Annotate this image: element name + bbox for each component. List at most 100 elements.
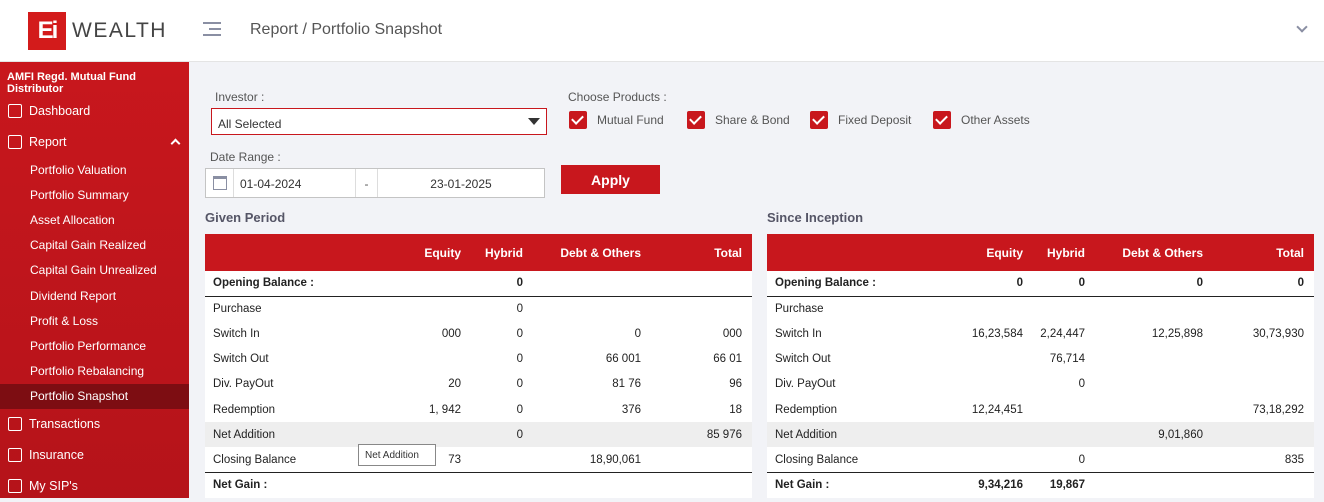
table-cell	[1095, 397, 1213, 422]
table-cell	[917, 296, 1033, 321]
apply-button[interactable]: Apply	[561, 165, 660, 194]
breadcrumb: Report / Portfolio Snapshot	[250, 21, 443, 38]
table-cell: 20	[448, 378, 461, 391]
panel-title: Since Inception	[767, 210, 864, 225]
table-row: Net Gain :	[205, 471, 752, 498]
checkbox-checked-icon[interactable]	[569, 111, 587, 129]
menu-toggle-icon[interactable]	[203, 22, 223, 40]
row-label: Net Gain :	[205, 471, 355, 498]
table-cell	[1095, 347, 1213, 372]
table-row: Net Addition 0 85 976	[205, 422, 752, 448]
row-label: Purchase	[775, 303, 824, 316]
date-range-picker[interactable]: 01-04-2024 - 23-01-2025	[205, 168, 545, 198]
sidebar-subitem-capital-gain-unrealized[interactable]: Capital Gain Unrealized	[0, 258, 189, 283]
given-period-table: Equity Hybrid Debt & Others Total Opening B…	[205, 234, 752, 498]
table-cell	[1095, 372, 1213, 397]
column-header: Total	[1276, 245, 1304, 260]
investor-select[interactable]: All Selected	[211, 108, 547, 135]
table-cell	[355, 471, 471, 498]
row-label: Net Addition	[205, 422, 355, 448]
sidebar-item-report[interactable]: Report	[0, 126, 189, 157]
sip-icon	[8, 479, 22, 494]
sidebar-item-insurance[interactable]: Insurance	[0, 440, 189, 471]
checkbox-share-bond[interactable]: Share & Bond	[687, 111, 790, 129]
table-row: Net Gain :9,34,216 19,867	[767, 471, 1314, 498]
sidebar: AMFI Regd. Mutual Fund Distributor Dashb…	[0, 62, 189, 498]
home-icon	[8, 103, 22, 118]
table-cell: 0	[1033, 271, 1095, 297]
sidebar-subitem-dividend-report[interactable]: Dividend Report	[0, 283, 189, 308]
user-menu[interactable]	[1120, 20, 1308, 36]
row-label: Closing Balance	[775, 453, 859, 466]
table-cell: 9,34,216	[917, 471, 1033, 498]
table-cell: 66 01	[713, 353, 742, 366]
table-cell: 30,73,930	[1252, 327, 1304, 340]
sidebar-subitem-portfolio-valuation[interactable]: Portfolio Valuation	[0, 157, 189, 182]
column-header	[205, 234, 355, 271]
sidebar-item-label: Dashboard	[29, 103, 91, 118]
table-cell: 66 001	[605, 353, 641, 366]
table-cell: 0	[1095, 271, 1213, 297]
chevron-down-icon[interactable]	[1296, 20, 1308, 33]
table-cell: 1, 942	[429, 403, 461, 416]
date-to-input[interactable]: 23-01-2025	[378, 169, 544, 197]
table-cell	[533, 296, 651, 321]
table-cell	[1033, 397, 1095, 422]
row-label: Switch In	[775, 327, 822, 340]
table-cell: 000	[722, 327, 742, 340]
column-header: Total	[714, 245, 742, 260]
chevron-up-icon[interactable]	[170, 138, 181, 149]
table-cell: 9,01,860	[1095, 422, 1213, 448]
sidebar-subitem-portfolio-snapshot[interactable]: Portfolio Snapshot	[0, 383, 189, 409]
date-from-input[interactable]: 01-04-2024	[234, 169, 356, 197]
checkbox-label: Share & Bond	[715, 113, 790, 127]
table-cell	[355, 271, 471, 297]
table-row: Switch Out 76,714	[767, 347, 1314, 372]
row-label: Switch Out	[775, 353, 831, 366]
table-row: Net Addition 9,01,860	[767, 422, 1314, 448]
checkbox-fixed-deposit[interactable]: Fixed Deposit	[810, 111, 911, 129]
calendar-icon[interactable]	[206, 169, 234, 197]
table-cell: 000	[441, 327, 461, 340]
sidebar-item-label: Report	[29, 134, 67, 149]
table-cell: 96	[729, 378, 742, 391]
sidebar-item-my-sips[interactable]: My SIP's	[0, 471, 189, 502]
table-cell: 0	[634, 327, 641, 340]
logo-text: WEALTH	[72, 19, 167, 42]
sidebar-item-dashboard[interactable]: Dashboard	[0, 95, 189, 126]
sidebar-subitem-portfolio-rebalancing[interactable]: Portfolio Rebalancing	[0, 359, 189, 384]
checkbox-checked-icon[interactable]	[933, 111, 951, 129]
sidebar-subitem-portfolio-summary[interactable]: Portfolio Summary	[0, 182, 189, 207]
table-cell	[355, 347, 471, 372]
table-cell	[651, 296, 752, 321]
given-period-panel: Given Period Equity Hybrid Debt & Others To…	[205, 210, 752, 498]
table-cell	[917, 347, 1033, 372]
table-cell: 0	[1078, 453, 1085, 466]
checkbox-other-assets[interactable]: Other Assets	[933, 111, 1030, 129]
logo[interactable]: Ei WEALTH	[28, 12, 167, 50]
sidebar-subitem-portfolio-performance[interactable]: Portfolio Performance	[0, 333, 189, 358]
checkbox-checked-icon[interactable]	[810, 111, 828, 129]
sidebar-subitem-profit-loss[interactable]: Profit & Loss	[0, 308, 189, 333]
column-header: Hybrid	[484, 245, 523, 260]
user-name	[1120, 22, 1290, 36]
checkbox-mutual-fund[interactable]: Mutual Fund	[569, 111, 664, 129]
table-row: Closing Balance 0 835	[767, 447, 1314, 472]
column-header: Hybrid	[1046, 245, 1085, 260]
row-label: Net Gain :	[767, 471, 917, 498]
sidebar-item-transactions[interactable]: Transactions	[0, 409, 189, 440]
table-cell	[1213, 372, 1314, 397]
checkbox-label: Fixed Deposit	[838, 113, 912, 127]
table-cell: 0	[471, 271, 533, 297]
sidebar-item-label: Insurance	[29, 448, 84, 463]
checkbox-checked-icon[interactable]	[687, 111, 705, 129]
table-cell	[1033, 422, 1095, 448]
table-cell: 835	[1284, 453, 1304, 466]
sidebar-subitem-asset-allocation[interactable]: Asset Allocation	[0, 207, 189, 232]
sidebar-subitem-capital-gain-realized[interactable]: Capital Gain Realized	[0, 233, 189, 258]
top-bar: Ei WEALTH Report / Portfolio Snapshot	[0, 0, 1324, 62]
table-cell	[651, 447, 752, 472]
table-row: Redemption 1, 942 0 376 18	[205, 397, 752, 422]
table-cell	[471, 447, 533, 472]
table-row: Div. PayOut 20 0 81 76 96	[205, 372, 752, 397]
